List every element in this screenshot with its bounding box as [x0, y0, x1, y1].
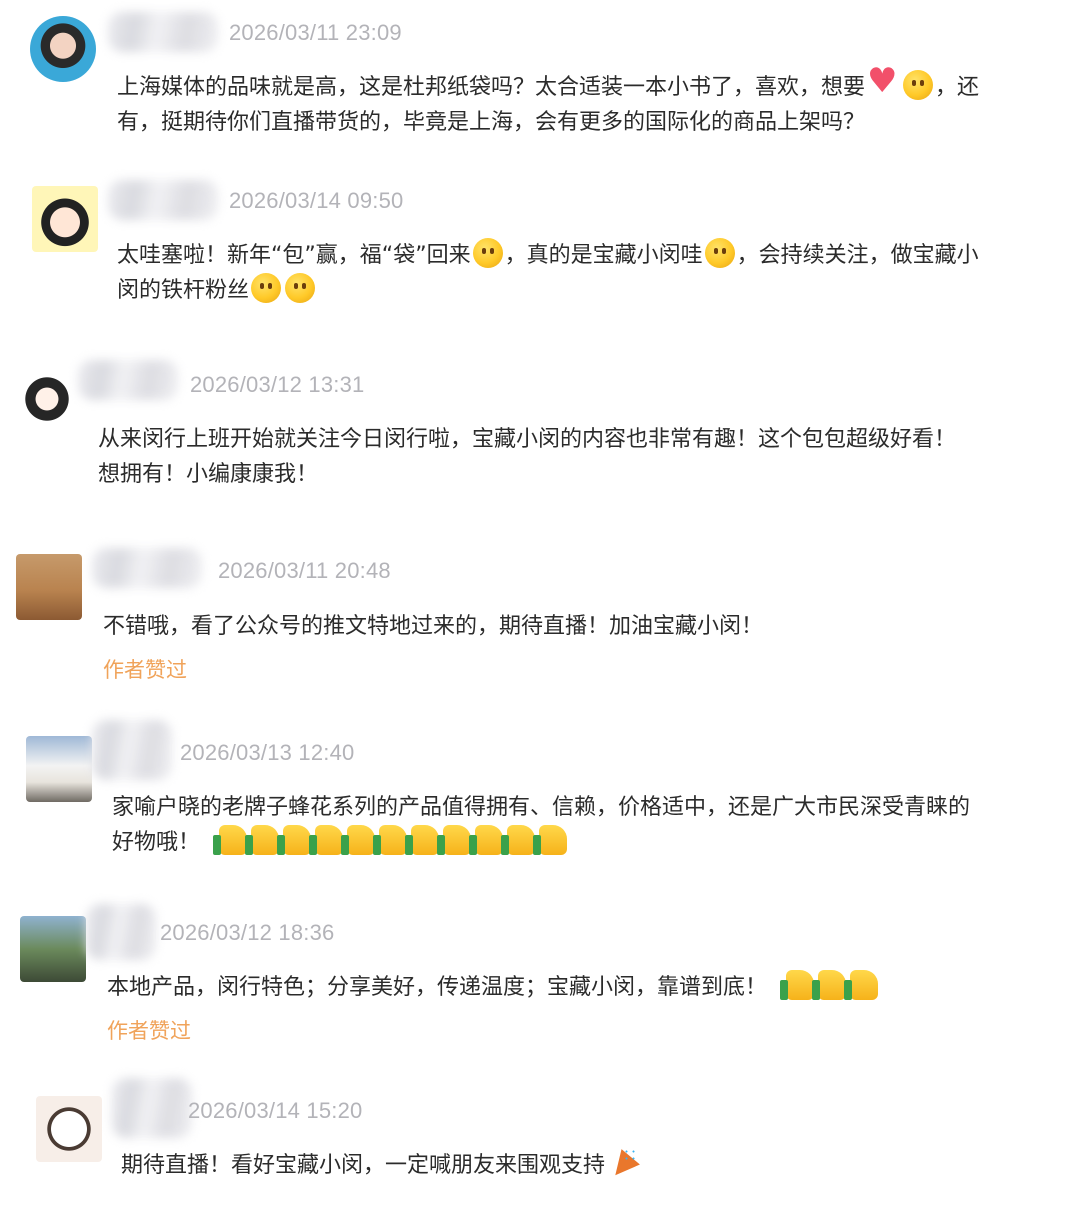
blurred-username[interactable] — [108, 180, 218, 220]
blurred-username[interactable] — [112, 1078, 192, 1138]
user-avatar[interactable] — [26, 736, 92, 802]
grin-emoji — [285, 273, 316, 303]
comment-text: 本地产品，闵行特色；分享美好，传递温度；宝藏小闵，靠谱到底！ — [107, 970, 1067, 1005]
comment-text: 期待直播！看好宝藏小闵，一定喊朋友来围观支持 — [121, 1148, 1061, 1183]
comment-timestamp: 2026/03/14 09:50 — [229, 188, 404, 213]
user-avatar[interactable] — [32, 186, 98, 252]
user-avatar[interactable] — [30, 16, 96, 82]
blurred-username[interactable] — [78, 360, 178, 400]
thumbs-up-emoji-row — [777, 970, 880, 1000]
comment-text: 从来闵行上班开始就关注今日闵行啦，宝藏小闵的内容也非常有趣！这个包包超级好看！ … — [98, 422, 1058, 492]
comment-text-part: 本地产品，闵行特色；分享美好，传递温度；宝藏小闵，靠谱到底！ — [107, 975, 768, 1000]
hush-emoji — [704, 238, 735, 268]
comment-text: 家喻户晓的老牌子蜂花系列的产品值得拥有、信赖，价格适中，还是广大市民深受青睐的 … — [112, 790, 1062, 860]
thumbs-up-emoji — [812, 970, 847, 1000]
blurred-username[interactable] — [92, 548, 202, 588]
comment-timestamp: 2026/03/12 18:36 — [160, 920, 335, 945]
thumbs-up-emoji — [469, 825, 504, 855]
thumbs-up-emoji — [309, 825, 344, 855]
thumbs-up-emoji — [533, 825, 568, 855]
comment-text-part: 好物哦！ — [112, 830, 201, 855]
comment-text: 上海媒体的品味就是高，这是杜邦纸袋吗？太合适装一本小书了，喜欢，想要 ，还 有，挺… — [117, 64, 1047, 140]
thumbs-up-emoji — [373, 825, 408, 855]
comment-text-part: 想拥有！小编康康我！ — [98, 462, 319, 487]
user-avatar[interactable] — [16, 554, 82, 620]
grin-emoji — [251, 273, 282, 303]
comment-timestamp: 2026/03/13 12:40 — [180, 740, 355, 765]
comment-text-part: 家喻户晓的老牌子蜂花系列的产品值得拥有、信赖，价格适中，还是广大市民深受青睐的 — [112, 795, 971, 820]
thumbs-up-emoji — [245, 825, 280, 855]
comment-text-part: 闵的铁杆粉丝 — [117, 278, 250, 303]
party-popper-emoji — [607, 1148, 638, 1178]
surprised-emoji — [472, 238, 503, 268]
comment-timestamp: 2026/03/11 23:09 — [229, 20, 402, 45]
comment-text-part: ，会持续关注，做宝藏小 — [736, 243, 979, 268]
thumbs-up-emoji — [341, 825, 376, 855]
blurred-username[interactable] — [92, 720, 172, 780]
blurred-username[interactable] — [86, 904, 156, 960]
user-avatar[interactable] — [36, 1096, 102, 1162]
smiling-emoji — [903, 70, 934, 100]
thumbs-up-emoji — [780, 970, 815, 1000]
user-avatar[interactable] — [14, 366, 80, 432]
comment-text-part: ，还 — [935, 75, 980, 100]
user-avatar[interactable] — [20, 916, 86, 982]
author-liked-badge: 作者赞过 — [103, 658, 187, 682]
thumbs-up-emoji — [405, 825, 440, 855]
comment-text-part: 从来闵行上班开始就关注今日闵行啦，宝藏小闵的内容也非常有趣！这个包包超级好看！ — [98, 427, 957, 452]
thumbs-up-emoji — [213, 825, 248, 855]
heart-emoji — [867, 64, 899, 100]
comment-text-part: 上海媒体的品味就是高，这是杜邦纸袋吗？太合适装一本小书了，喜欢，想要 — [117, 75, 866, 100]
comment-timestamp: 2026/03/12 13:31 — [190, 372, 365, 397]
comment-text-part: 太哇塞啦！新年“包”赢，福“袋”回来 — [117, 243, 471, 268]
comment-text: 不错哦，看了公众号的推文特地过来的，期待直播！加油宝藏小闵！ — [103, 609, 1063, 644]
comment-timestamp: 2026/03/14 15:20 — [188, 1098, 363, 1123]
comment-text: 太哇塞啦！新年“包”赢，福“袋”回来 ，真的是宝藏小闵哇 ，会持续关注，做宝藏小 闵… — [117, 238, 1047, 308]
comment-text-part: 不错哦，看了公众号的推文特地过来的，期待直播！加油宝藏小闵！ — [103, 614, 764, 639]
comment-timestamp: 2026/03/11 20:48 — [218, 558, 391, 583]
blurred-username[interactable] — [108, 12, 218, 52]
thumbs-up-emoji-row — [210, 825, 569, 855]
thumbs-up-emoji — [844, 970, 879, 1000]
thumbs-up-emoji — [501, 825, 536, 855]
thumbs-up-emoji — [437, 825, 472, 855]
thumbs-up-emoji — [277, 825, 312, 855]
comment-text-part: ，真的是宝藏小闵哇 — [504, 243, 703, 268]
author-liked-badge: 作者赞过 — [107, 1019, 191, 1043]
comment-text-part: 有，挺期待你们直播带货的，毕竟是上海，会有更多的国际化的商品上架吗？ — [117, 110, 866, 135]
comment-text-part: 期待直播！看好宝藏小闵，一定喊朋友来围观支持 — [121, 1153, 606, 1178]
